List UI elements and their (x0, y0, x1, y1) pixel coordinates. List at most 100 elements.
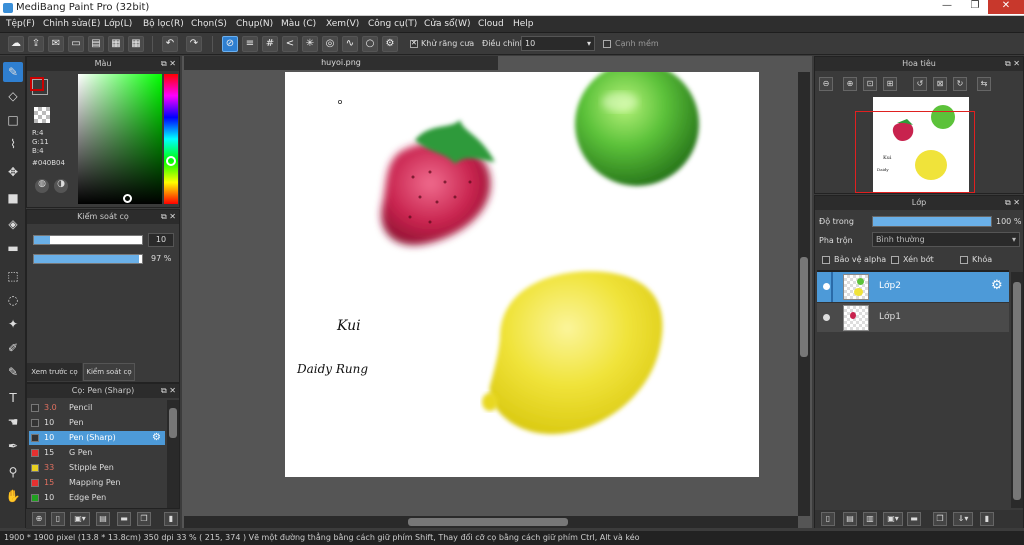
layer-list-scroll-thumb[interactable] (1013, 282, 1021, 500)
panel-close-icon[interactable]: ⧉ ✕ (161, 384, 176, 398)
menu-select[interactable]: Chọn(S) (191, 19, 227, 29)
menu-file[interactable]: Tệp(F) (6, 19, 35, 29)
lock-checkbox[interactable] (960, 256, 968, 264)
dot-tool-icon[interactable]: □ (3, 110, 23, 130)
brush-menu-icon[interactable]: ▣▾ (70, 512, 90, 526)
brush-list-scrollbar[interactable] (167, 400, 179, 508)
flip-icon[interactable]: ⇆ (977, 77, 991, 91)
palette-icon[interactable]: ◍ (35, 179, 49, 193)
cross-snap-icon[interactable]: # (262, 36, 278, 52)
comment-icon[interactable]: ✉ (48, 36, 64, 52)
document-icon[interactable]: ▤ (88, 36, 104, 52)
tab-brush-preview[interactable]: Xem trước cọ (27, 363, 82, 381)
lasso-tool-icon[interactable]: ◌ (3, 290, 23, 310)
operation-tool-icon[interactable]: ☚ (3, 412, 23, 432)
color-picker-handle[interactable] (123, 194, 132, 203)
foreground-color-swatch[interactable] (30, 77, 44, 91)
document-list-icon[interactable]: ▦ (108, 36, 124, 52)
brush-item[interactable]: 33 Stipple Pen (29, 461, 165, 475)
export-icon[interactable]: ⇪ (28, 36, 44, 52)
antialias-checkbox[interactable] (410, 39, 418, 48)
add-brush-icon[interactable]: ⊕ (32, 512, 46, 526)
delete-layer-icon[interactable]: ▮ (980, 512, 994, 526)
canvas-vertical-scrollbar[interactable] (798, 72, 810, 516)
redo-icon[interactable]: ↷ (186, 36, 202, 52)
parallel-snap-icon[interactable]: ≡ (242, 36, 258, 52)
layer-row-lop1[interactable]: Lớp1 (817, 302, 1009, 332)
layer-folder-icon[interactable]: ▬ (907, 512, 921, 526)
brush-tool-icon[interactable]: ✎ (3, 62, 23, 82)
ellipse-snap-icon[interactable]: ○ (362, 36, 378, 52)
bucket-tool-icon[interactable]: ◈ (3, 214, 23, 234)
canvas-vertical-scroll-thumb[interactable] (800, 257, 808, 357)
panel-close-icon[interactable]: ⧉ ✕ (1005, 57, 1020, 71)
new-halftone-layer-icon[interactable]: ▤ (843, 512, 857, 526)
delete-brush-icon[interactable]: ▮ (164, 512, 178, 526)
menu-color[interactable]: Màu (C) (281, 19, 316, 29)
zoom-in-icon[interactable]: ⊕ (843, 77, 857, 91)
hue-slider-handle[interactable] (166, 156, 176, 166)
text-tool-icon[interactable]: T (3, 388, 23, 408)
brush-item[interactable]: 10 Pen (29, 416, 165, 430)
cloud-icon[interactable]: ☁ (8, 36, 24, 52)
new-brush-icon[interactable]: ▯ (51, 512, 65, 526)
new-8bit-layer-icon[interactable]: ▥ (863, 512, 877, 526)
snap-off-icon[interactable]: ⊘ (222, 36, 238, 52)
menu-help[interactable]: Help (513, 19, 534, 29)
hue-slider[interactable] (164, 74, 178, 204)
brush-size-value[interactable]: 10 (148, 233, 174, 247)
move-tool-icon[interactable]: ✥ (3, 162, 23, 182)
zoom-out-icon[interactable]: ⊖ (819, 77, 833, 91)
close-window-button[interactable]: ✕ (988, 0, 1024, 14)
menu-tools[interactable]: Công cụ(T) (368, 19, 417, 29)
brush-item[interactable]: 10 Pen (Sharp) ⚙ (29, 431, 165, 445)
eyedropper-tool-icon[interactable]: ⚲ (3, 462, 23, 482)
menu-window[interactable]: Cửa sổ(W) (424, 19, 470, 29)
vanishing-snap-icon[interactable]: < (282, 36, 298, 52)
actual-size-icon[interactable]: ⊞ (883, 77, 897, 91)
canvas-horizontal-scroll-thumb[interactable] (408, 518, 568, 526)
brush-item[interactable]: 10 Edge Pen (29, 491, 165, 505)
duplicate-icon[interactable]: ❐ (137, 512, 151, 526)
panel-close-icon[interactable]: ⧉ ✕ (1005, 196, 1020, 210)
soft-edge-checkbox[interactable] (603, 40, 611, 48)
layer-opacity-slider[interactable] (872, 216, 992, 227)
rotate-left-icon[interactable]: ↺ (913, 77, 927, 91)
document-tab[interactable]: huyoi.png (184, 56, 498, 70)
menu-cloud[interactable]: Cloud (478, 19, 504, 29)
brush-list-scroll-thumb[interactable] (169, 408, 177, 438)
transparent-swatch[interactable] (34, 107, 50, 123)
eye-icon[interactable] (823, 283, 830, 290)
brush-item[interactable]: 15 Mapping Pen (29, 476, 165, 490)
adjust-select[interactable]: 10 ▾ (521, 36, 595, 51)
select-rect-icon[interactable]: ⬚ (3, 266, 23, 286)
undo-icon[interactable]: ↶ (162, 36, 178, 52)
navigator-view-rect[interactable] (855, 111, 975, 193)
new-layer-icon[interactable]: ▯ (821, 512, 835, 526)
radial-snap-icon[interactable]: ✳ (302, 36, 318, 52)
gear-icon[interactable]: ⚙ (991, 278, 1003, 293)
select-pen-icon[interactable]: ✐ (3, 338, 23, 358)
brush-item[interactable]: 3.0 Pencil (29, 401, 165, 415)
grid-icon[interactable]: ▦ (128, 36, 144, 52)
minimize-button[interactable]: — (934, 0, 960, 14)
navigator-preview[interactable]: Kui Daidy (855, 97, 975, 193)
circle-snap-icon[interactable]: ◎ (322, 36, 338, 52)
protect-alpha-checkbox[interactable] (822, 256, 830, 264)
reset-rotation-icon[interactable]: ⊠ (933, 77, 947, 91)
maximize-button[interactable]: ❐ (962, 0, 988, 14)
panel-close-icon[interactable]: ⧉ ✕ (161, 210, 176, 224)
rectangle-fill-icon[interactable]: ■ (3, 188, 23, 208)
brush-settings-icon[interactable]: ▤ (96, 512, 110, 526)
gear-icon[interactable]: ⚙ (152, 431, 161, 445)
fit-icon[interactable]: ⊡ (863, 77, 877, 91)
menu-capture[interactable]: Chụp(N) (236, 19, 273, 29)
rotate-right-icon[interactable]: ↻ (953, 77, 967, 91)
brush-item[interactable]: 15 G Pen (29, 446, 165, 460)
drawing-canvas[interactable]: Kui Daidy Rung (285, 72, 759, 477)
brush-opacity-slider[interactable] (33, 254, 143, 264)
add-layer-menu-icon[interactable]: ▣▾ (883, 512, 903, 526)
menu-filter[interactable]: Bộ lọc(R) (143, 19, 184, 29)
gradient-tool-icon[interactable]: ▬ (3, 238, 23, 258)
menu-view[interactable]: Xem(V) (326, 19, 359, 29)
